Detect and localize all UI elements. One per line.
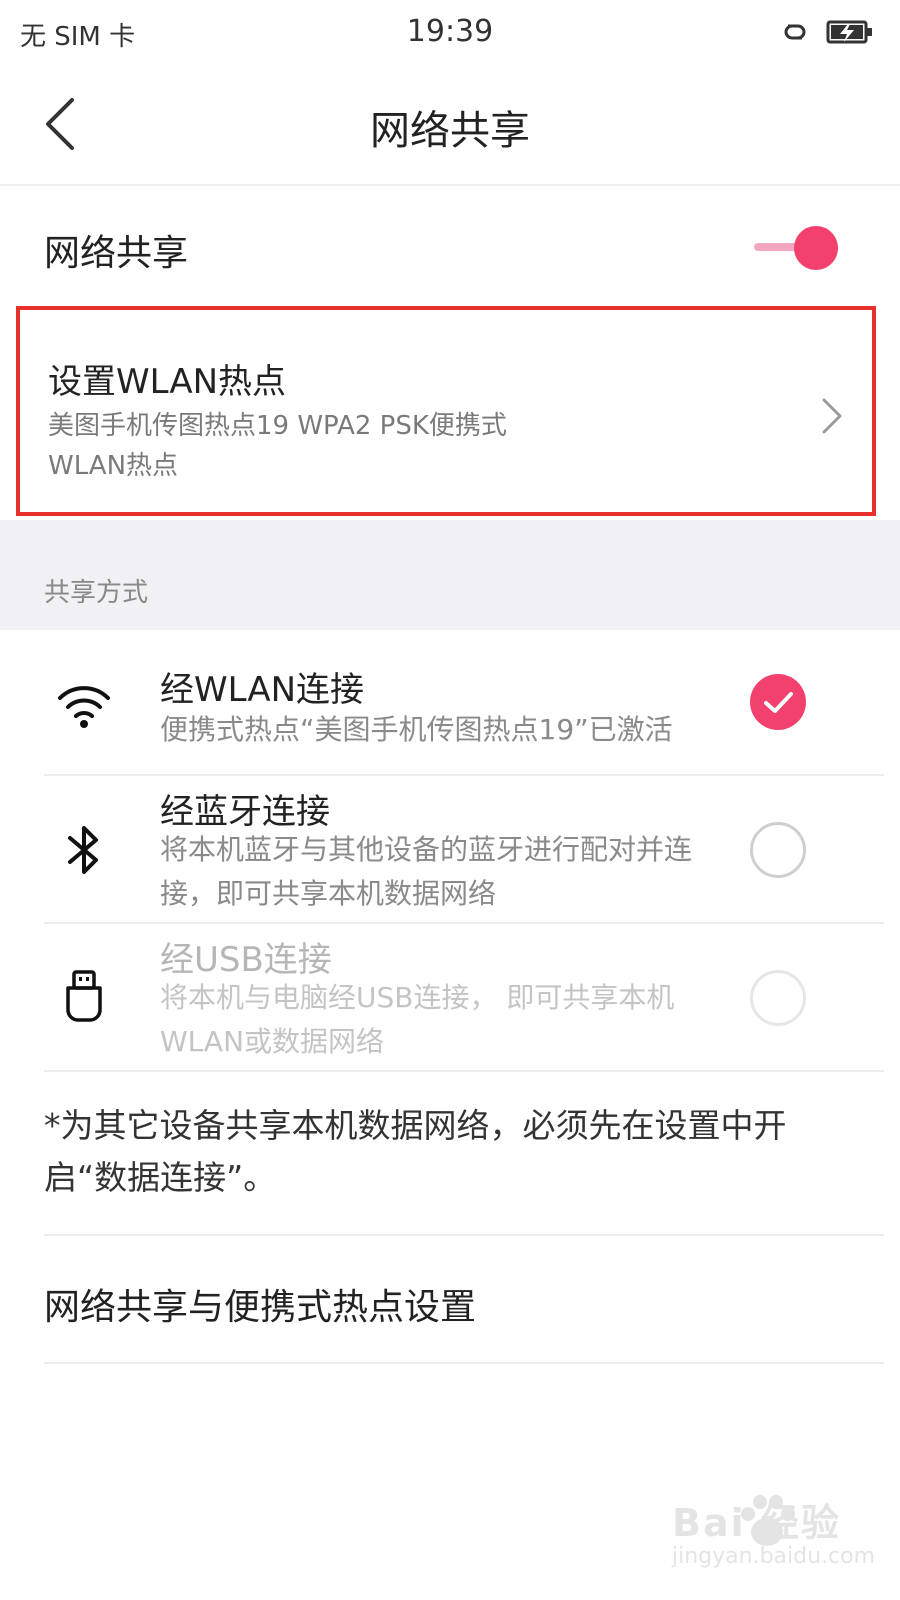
option-subtitle-line1: 将本机与电脑经USB连接， 即可共享本机 [160,981,675,1014]
divider [44,1362,884,1364]
baidu-watermark: Bai 经验 jingyan.baidu.com [672,1488,875,1578]
hotspot-subtitle-line2: WLAN热点 [48,451,179,481]
chevron-right-icon [822,398,842,434]
option-title: 经蓝牙连接 [160,792,330,832]
section-header: 共享方式 [0,520,900,630]
option-wlan[interactable]: 经WLAN连接 便携式热点“美图手机传图热点19”已激活 [0,630,900,776]
usb-icon [66,970,102,1022]
status-bar: 19:39 无 SIM 卡 [0,0,900,64]
divider [44,1070,884,1072]
tethering-toggle[interactable] [750,224,842,272]
note-line2: 启“数据连接”。 [44,1158,277,1197]
option-title: 经USB连接 [160,940,332,980]
note-line1: *为其它设备共享本机数据网络，必须先在设置中开 [44,1106,787,1145]
option-subtitle: 将本机蓝牙与其他设备的蓝牙进行配对并连 接，即可共享本机数据网络 [160,828,730,916]
hotspot-subtitle-line1: 美图手机传图热点19 WPA2 PSK便携式 [48,411,507,441]
link-icon [784,24,806,40]
wlan-hotspot-setting[interactable]: 设置WLAN热点 美图手机传图热点19 WPA2 PSK便携式 WLAN热点 [16,306,876,516]
option-usb[interactable]: 经USB连接 将本机与电脑经USB连接， 即可共享本机 WLAN或数据网络 [0,924,900,1072]
check-radio-selected[interactable] [750,674,806,730]
option-bluetooth[interactable]: 经蓝牙连接 将本机蓝牙与其他设备的蓝牙进行配对并连 接，即可共享本机数据网络 [0,776,900,924]
option-subtitle: 便携式热点“美图手机传图热点19”已激活 [160,713,673,746]
battery-charging-icon [826,20,872,44]
tethering-hotspot-settings-link[interactable]: 网络共享与便携式热点设置 [0,1236,900,1362]
option-subtitle-line2: WLAN或数据网络 [160,1025,385,1058]
data-connection-note: *为其它设备共享本机数据网络，必须先在设置中开 启“数据连接”。 [44,1100,834,1204]
wifi-icon [58,686,110,728]
checkmark-icon [764,692,793,713]
option-subtitle-line1: 将本机蓝牙与其他设备的蓝牙进行配对并连 [160,833,693,866]
toggle-knob [794,226,838,270]
option-subtitle-line2: 接，即可共享本机数据网络 [160,877,497,910]
radio-unselected-disabled[interactable] [750,970,806,1026]
navigation-bar: 网络共享 [0,64,900,186]
hotspot-title: 设置WLAN热点 [48,362,287,402]
watermark-url: jingyan.baidu.com [672,1544,876,1569]
radio-unselected[interactable] [750,822,806,878]
hotspot-subtitle: 美图手机传图热点19 WPA2 PSK便携式 WLAN热点 [48,406,648,486]
bluetooth-icon [68,826,98,874]
tethering-label: 网络共享 [44,233,189,274]
settings-link-label: 网络共享与便携式热点设置 [44,1287,477,1328]
option-subtitle: 将本机与电脑经USB连接， 即可共享本机 WLAN或数据网络 [160,976,730,1064]
page-title: 网络共享 [370,108,530,154]
section-label: 共享方式 [44,578,149,608]
watermark-brand: Bai 经验 [672,1501,841,1545]
sim-status: 无 SIM 卡 [20,22,136,52]
option-title: 经WLAN连接 [160,670,365,710]
